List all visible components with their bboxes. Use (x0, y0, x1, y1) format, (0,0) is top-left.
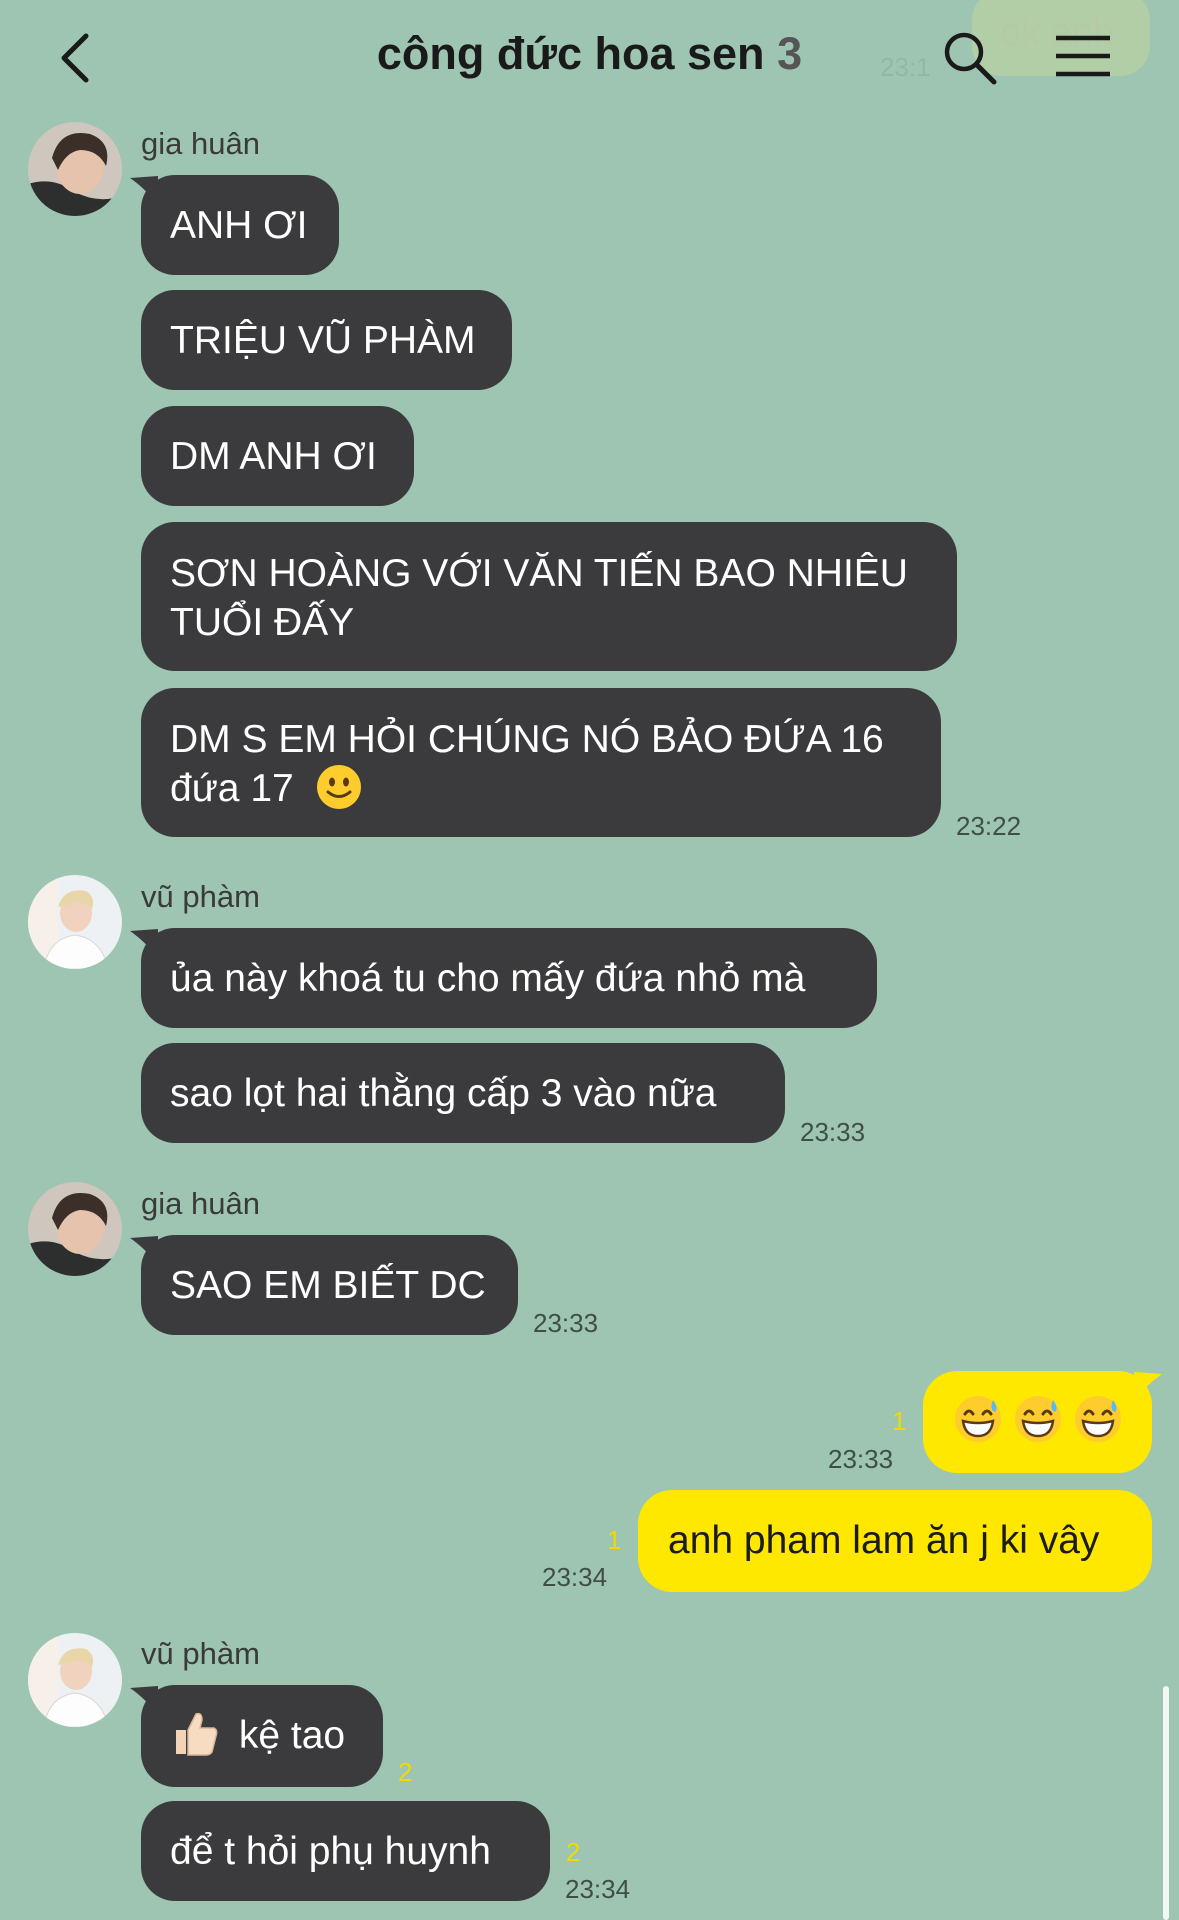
scrollbar[interactable] (1163, 1686, 1169, 1920)
grinning-face-with-sweat-emoji (1075, 1396, 1121, 1442)
message-bubble[interactable]: ANH ƠI (141, 175, 339, 275)
message-bubble[interactable]: DM ANH ƠI (141, 406, 414, 506)
avatar-image (28, 875, 122, 969)
message-text: ủa này khoá tu cho mấy đứa nhỏ mà (170, 957, 806, 1000)
unread-count: 1 (607, 1525, 622, 1555)
sender-name: gia huân (141, 126, 260, 161)
thumbs-up-emoji (176, 1712, 218, 1756)
message-bubble[interactable]: ủa này khoá tu cho mấy đứa nhỏ mà (141, 928, 877, 1028)
chat-header: ok anh 23:1 công đức hoa sen 3 (0, 0, 1179, 115)
slightly-smiling-face-emoji (316, 764, 361, 809)
message-text: anh pham lam ăn j ki vây (668, 1519, 1100, 1562)
avatar-image (28, 1182, 122, 1276)
unread-count: 2 (398, 1757, 413, 1787)
unread-count: 2 (566, 1837, 581, 1867)
message-text: DM S EM HỎI CHÚNG NÓ BẢO ĐỨA 16 đứa 17 (170, 718, 884, 810)
hamburger-menu-icon (1056, 35, 1110, 77)
message-text: kệ tao (238, 1714, 346, 1757)
search-button[interactable] (942, 30, 998, 86)
unread-count: 1 (892, 1406, 907, 1436)
message-bubble[interactable]: SƠN HOÀNG VỚI VĂN TIẾN BAO NHIÊU TUỔI ĐẤ… (141, 522, 957, 671)
message-bubble[interactable] (923, 1371, 1152, 1473)
message-bubble[interactable]: TRIỆU VŨ PHÀM (141, 290, 512, 390)
sender-name: gia huân (141, 1186, 260, 1221)
message-text: TRIỆU VŨ PHÀM (170, 319, 476, 362)
sender-name: vũ phàm (141, 1636, 260, 1671)
message-bubble[interactable]: sao lọt hai thằng cấp 3 vào nữa (141, 1043, 785, 1143)
message-bubble[interactable]: SAO EM BIẾT DC (141, 1235, 518, 1335)
message-bubble[interactable]: để t hỏi phụ huynh (141, 1801, 550, 1901)
member-count: 3 (777, 28, 803, 79)
message-text: ANH ƠI (170, 204, 308, 247)
message-bubble[interactable]: kệ tao (141, 1685, 383, 1787)
message-text: SƠN HOÀNG VỚI VĂN TIẾN BAO NHIÊU TUỔI ĐẤ… (170, 552, 908, 644)
message-bubble[interactable]: anh pham lam ăn j ki vây (638, 1490, 1152, 1592)
avatar-image (28, 1633, 122, 1727)
avatar-vu-pham[interactable] (28, 1633, 122, 1727)
chat-title: công đức hoa sen 3 (0, 28, 1179, 80)
message-time: 23:33 (800, 1117, 866, 1147)
grinning-face-with-sweat-emoji (1015, 1396, 1061, 1442)
message-text: DM ANH ƠI (170, 435, 377, 478)
grinning-face-with-sweat-emoji (955, 1396, 1001, 1442)
avatar-image (28, 122, 122, 216)
message-text: sao lọt hai thằng cấp 3 vào nữa (170, 1072, 717, 1115)
avatar-gia-huan[interactable] (28, 122, 122, 216)
avatar-vu-pham[interactable] (28, 875, 122, 969)
message-time: 23:22 (956, 811, 1022, 841)
search-icon (944, 32, 997, 85)
sender-name: vũ phàm (141, 879, 260, 914)
message-bubble[interactable]: DM S EM HỎI CHÚNG NÓ BẢO ĐỨA 16 đứa 17 (141, 688, 941, 837)
message-text: SAO EM BIẾT DC (170, 1264, 486, 1307)
message-time: 23:33 (828, 1444, 894, 1474)
menu-button[interactable] (1054, 34, 1112, 80)
emoji-message (953, 1394, 1123, 1444)
message-text: để t hỏi phụ huynh (170, 1830, 491, 1873)
message-time: 23:34 (565, 1874, 631, 1904)
avatar-gia-huan[interactable] (28, 1182, 122, 1276)
chat-title-text: công đức hoa sen (376, 28, 765, 79)
message-time: 23:34 (542, 1562, 608, 1592)
message-time: 23:33 (533, 1308, 599, 1338)
